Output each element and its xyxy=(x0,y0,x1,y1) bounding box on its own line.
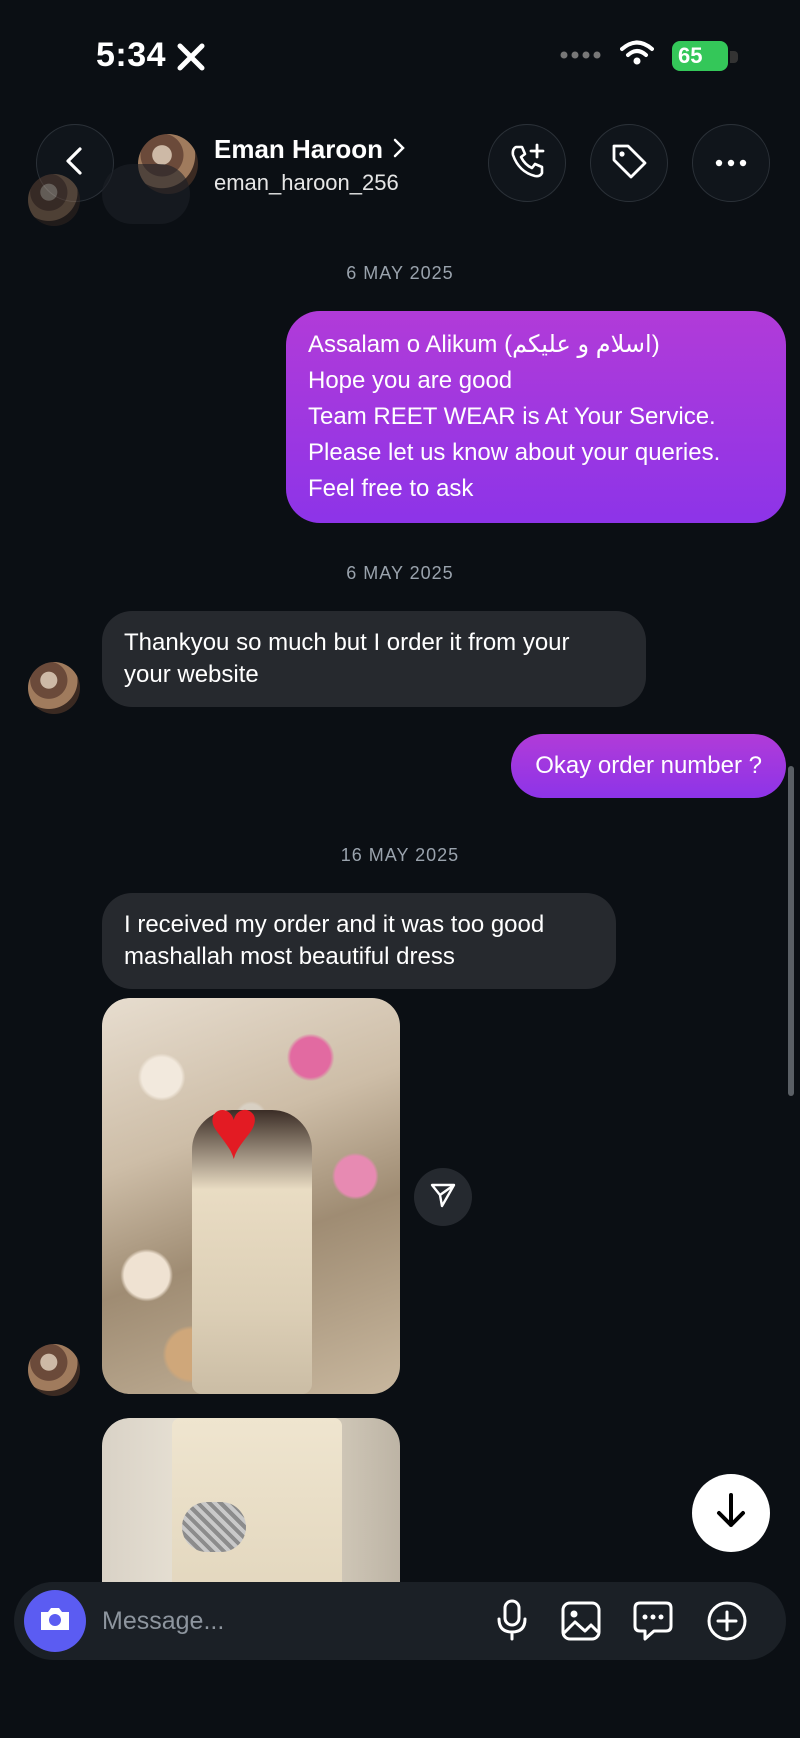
tag-button[interactable] xyxy=(590,124,668,202)
message-line: Team REET WEAR is At Your Service. xyxy=(308,403,716,430)
gallery-button[interactable] xyxy=(560,1600,602,1647)
microphone-button[interactable] xyxy=(494,1598,530,1647)
message-bubble-outgoing[interactable]: Assalam o Alikum (اسلام و علیکم) Hope yo… xyxy=(286,311,786,523)
message-bubble-incoming[interactable]: I received my order and it was too good … xyxy=(102,893,616,989)
phone-add-icon xyxy=(507,141,547,186)
image-icon xyxy=(560,1601,602,1646)
date-separator: 6 MAY 2025 xyxy=(346,263,454,283)
add-button-ghost xyxy=(102,164,190,224)
date-separator: 16 MAY 2025 xyxy=(340,845,460,865)
shared-photo[interactable]: ♥ xyxy=(102,998,400,1394)
camera-icon xyxy=(38,1605,72,1638)
wifi-icon xyxy=(620,40,654,71)
message-line: your website xyxy=(124,661,259,688)
battery-indicator: 65 xyxy=(672,40,738,71)
plus-circle-icon xyxy=(706,1601,748,1646)
chevron-right-icon[interactable] xyxy=(392,136,406,165)
message-bubble-outgoing[interactable]: Okay order number ? xyxy=(511,734,786,798)
message-line: Assalam o Alikum (اسلام و علیکم) xyxy=(308,331,660,358)
message-input[interactable]: Message... xyxy=(102,1607,224,1636)
camera-button[interactable] xyxy=(24,1590,86,1652)
more-horizontal-icon xyxy=(715,154,747,172)
tools-icon xyxy=(176,42,206,77)
message-line: Hope you are good xyxy=(308,367,513,394)
signal-icon xyxy=(560,47,602,65)
send-icon xyxy=(429,1181,457,1214)
add-more-button[interactable] xyxy=(706,1600,748,1647)
avatar-ghost xyxy=(28,174,80,226)
message-line: Please let us know about your queries. xyxy=(308,439,721,466)
microphone-icon xyxy=(494,1599,530,1646)
contact-name[interactable]: Eman Haroon xyxy=(214,134,383,165)
message-bubble-incoming[interactable]: Thankyou so much but I order it from you… xyxy=(102,611,646,707)
message-line: Okay order number ? xyxy=(535,752,762,779)
add-call-button[interactable] xyxy=(488,124,566,202)
message-line: mashallah most beautiful dress xyxy=(124,943,455,970)
contact-username: eman_haroon_256 xyxy=(214,170,399,195)
share-button[interactable] xyxy=(414,1168,472,1226)
message-line: Thankyou so much but I order it from you… xyxy=(124,629,570,656)
tag-icon xyxy=(609,141,649,186)
message-line: I received my order and it was too good xyxy=(124,911,545,938)
status-indicators: 65 xyxy=(560,40,738,71)
sticker-chat-button[interactable] xyxy=(632,1600,674,1647)
scrollbar[interactable] xyxy=(788,766,794,1096)
more-options-button[interactable] xyxy=(692,124,770,202)
message-line: Feel free to ask xyxy=(308,475,474,502)
sender-avatar[interactable] xyxy=(28,662,80,714)
arrow-down-icon xyxy=(714,1492,748,1535)
date-separator: 6 MAY 2025 xyxy=(346,563,454,583)
heart-sticker: ♥ xyxy=(208,1081,260,1177)
sender-avatar[interactable] xyxy=(28,1344,80,1396)
clutch-bag xyxy=(182,1502,246,1552)
status-time: 5:34 xyxy=(96,36,167,74)
chat-bubble-icon xyxy=(632,1601,674,1646)
scroll-to-bottom-button[interactable] xyxy=(692,1474,770,1552)
